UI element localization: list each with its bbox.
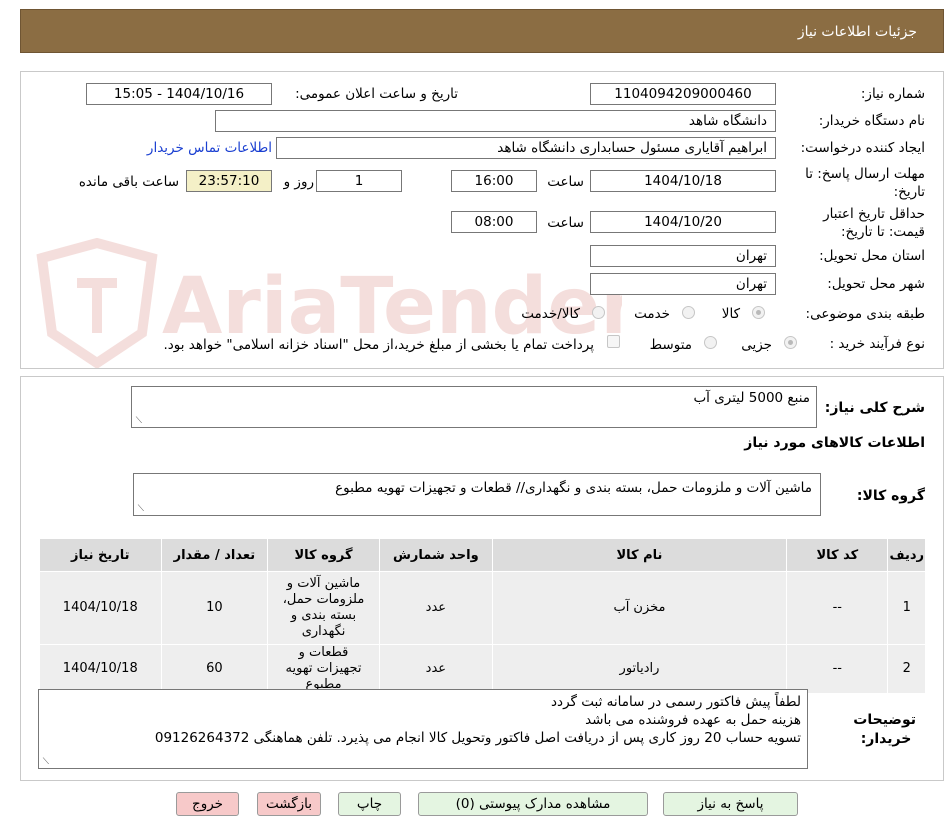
goods-group-label: گروه کالا: (856, 488, 925, 504)
category-label: طبقه بندی موضوعی: (805, 306, 925, 322)
validity-time-field[interactable]: 08:00 (451, 211, 537, 233)
validity-label: حداقل تاریخ اعتبار قیمت: تا تاریخ: (823, 206, 925, 240)
cell-name: مخزن آب (491, 571, 788, 645)
city-label: شهر محل تحویل: (827, 276, 925, 292)
category-radio-service[interactable] (682, 306, 695, 319)
print-button[interactable]: چاپ (338, 792, 401, 816)
validity-time-label: ساعت (547, 215, 584, 231)
attachments-button[interactable]: مشاهده مدارک پیوستی (0) (418, 792, 648, 816)
resize-grip-icon[interactable]: ⟋ (136, 505, 144, 514)
category-option-service: خدمت (634, 306, 670, 322)
process-option-medium: متوسط (649, 337, 692, 353)
requester-label: ایجاد کننده درخواست: (800, 140, 925, 156)
remaining-time-field: 23:57:10 (186, 170, 272, 192)
deadline-label: مهلت ارسال پاسخ: تا تاریخ: (805, 166, 925, 200)
cell-row-number: 2 (887, 644, 926, 694)
category-option-goods: کالا (721, 306, 740, 322)
table-row[interactable]: 2 -- رادیاتور عدد قطعات و تجهیزات تهویه … (39, 644, 926, 694)
goods-group-text: ماشین آلات و ملزومات حمل، بسته بندی و نگ… (335, 480, 812, 496)
cell-unit: عدد (378, 571, 493, 645)
goods-info-title: اطلاعات کالاهای مورد نیاز (744, 435, 925, 451)
process-label: نوع فرآیند خرید : (829, 336, 925, 352)
cell-code: -- (786, 571, 889, 645)
deadline-time-field[interactable]: 16:00 (451, 170, 537, 192)
announce-field[interactable]: 1404/10/16 - 15:05 (86, 83, 272, 105)
col-header-unit: واحد شمارش (378, 538, 493, 572)
city-field[interactable]: تهران (590, 273, 776, 295)
summary-textarea[interactable]: منبع 5000 لیتری آب ⟋ (131, 386, 817, 428)
page-title: جزئیات اطلاعات نیاز (797, 24, 917, 40)
table-header-row: ردیف کد کالا نام کالا واحد شمارش گروه کا… (39, 538, 926, 572)
resize-grip-icon[interactable]: ⟋ (134, 417, 142, 426)
buyer-org-field[interactable]: دانشگاه شاهد (215, 110, 776, 132)
announce-label: تاریخ و ساعت اعلان عمومی: (295, 86, 458, 102)
buyer-notes-textarea[interactable]: لطفاً پیش فاکتور رسمی در سامانه ثبت گردد… (38, 689, 808, 769)
requester-field[interactable]: ابراهیم آقایاری مسئول حسابداری دانشگاه ش… (276, 137, 776, 159)
cell-quantity: 10 (160, 571, 269, 645)
page-header: جزئیات اطلاعات نیاز (20, 9, 944, 53)
reply-button[interactable]: پاسخ به نیاز (663, 792, 798, 816)
cell-row-number: 1 (887, 571, 926, 645)
col-header-row-number: ردیف (887, 538, 926, 572)
category-option-goods-service: کالا/خدمت (521, 306, 580, 322)
treasury-checkbox[interactable] (607, 335, 620, 348)
table-row[interactable]: 1 -- مخزن آب عدد ماشین آلات و ملزومات حم… (39, 571, 926, 645)
deadline-time-label: ساعت (547, 174, 584, 190)
buyer-note-line: تسویه حساب 20 روز کاری پس از دریافت اصل … (154, 730, 801, 746)
back-button[interactable]: بازگشت (257, 792, 321, 816)
buyer-org-label: نام دستگاه خریدار: (818, 113, 925, 129)
validity-date-field[interactable]: 1404/10/20 (590, 211, 776, 233)
province-field[interactable]: تهران (590, 245, 776, 267)
buyer-notes-label: توضیحات خریدار: (853, 712, 916, 747)
province-label: استان محل تحویل: (819, 248, 925, 264)
payment-note: پرداخت تمام یا بخشی از مبلغ خرید،از محل … (163, 337, 594, 353)
summary-text: منبع 5000 لیتری آب (693, 390, 810, 406)
buyer-note-line: هزینه حمل به عهده فروشنده می باشد (585, 712, 801, 728)
cell-group: ماشین آلات و ملزومات حمل، بسته بندی و نگ… (267, 571, 380, 645)
buyer-note-line: لطفاً پیش فاکتور رسمی در سامانه ثبت گردد (551, 694, 801, 710)
deadline-date-field[interactable]: 1404/10/18 (590, 170, 776, 192)
buyer-contact-link[interactable]: اطلاعات تماس خریدار (147, 140, 272, 156)
cell-code: -- (786, 644, 889, 694)
days-label: روز و (283, 174, 314, 190)
category-radio-goods-service[interactable] (592, 306, 605, 319)
days-field[interactable]: 1 (316, 170, 402, 192)
summary-label: شرح کلی نیاز: (824, 400, 925, 416)
col-header-group: گروه کالا (267, 538, 380, 572)
process-option-minor: جزیی (741, 337, 772, 353)
col-header-quantity: تعداد / مقدار (160, 538, 269, 572)
category-radio-goods[interactable] (752, 306, 765, 319)
exit-button[interactable]: خروج (176, 792, 239, 816)
resize-grip-icon[interactable]: ⟋ (41, 758, 49, 767)
process-radio-medium[interactable] (704, 336, 717, 349)
cell-group: قطعات و تجهیزات تهویه مطبوع (267, 644, 380, 694)
items-table: ردیف کد کالا نام کالا واحد شمارش گروه کا… (39, 538, 926, 694)
goods-group-textarea[interactable]: ماشین آلات و ملزومات حمل، بسته بندی و نگ… (133, 473, 821, 516)
cell-quantity: 60 (160, 644, 269, 694)
col-header-code: کد کالا (786, 538, 889, 572)
col-header-date: تاریخ نیاز (39, 538, 162, 572)
need-number-label: شماره نیاز: (860, 86, 925, 102)
cell-unit: عدد (378, 644, 493, 694)
col-header-name: نام کالا (491, 538, 788, 572)
cell-date: 1404/10/18 (39, 571, 162, 645)
cell-date: 1404/10/18 (39, 644, 162, 694)
cell-name: رادیاتور (491, 644, 788, 694)
remaining-label: ساعت باقی مانده (78, 174, 179, 190)
process-radio-minor[interactable] (784, 336, 797, 349)
need-number-field[interactable]: 1104094209000460 (590, 83, 776, 105)
